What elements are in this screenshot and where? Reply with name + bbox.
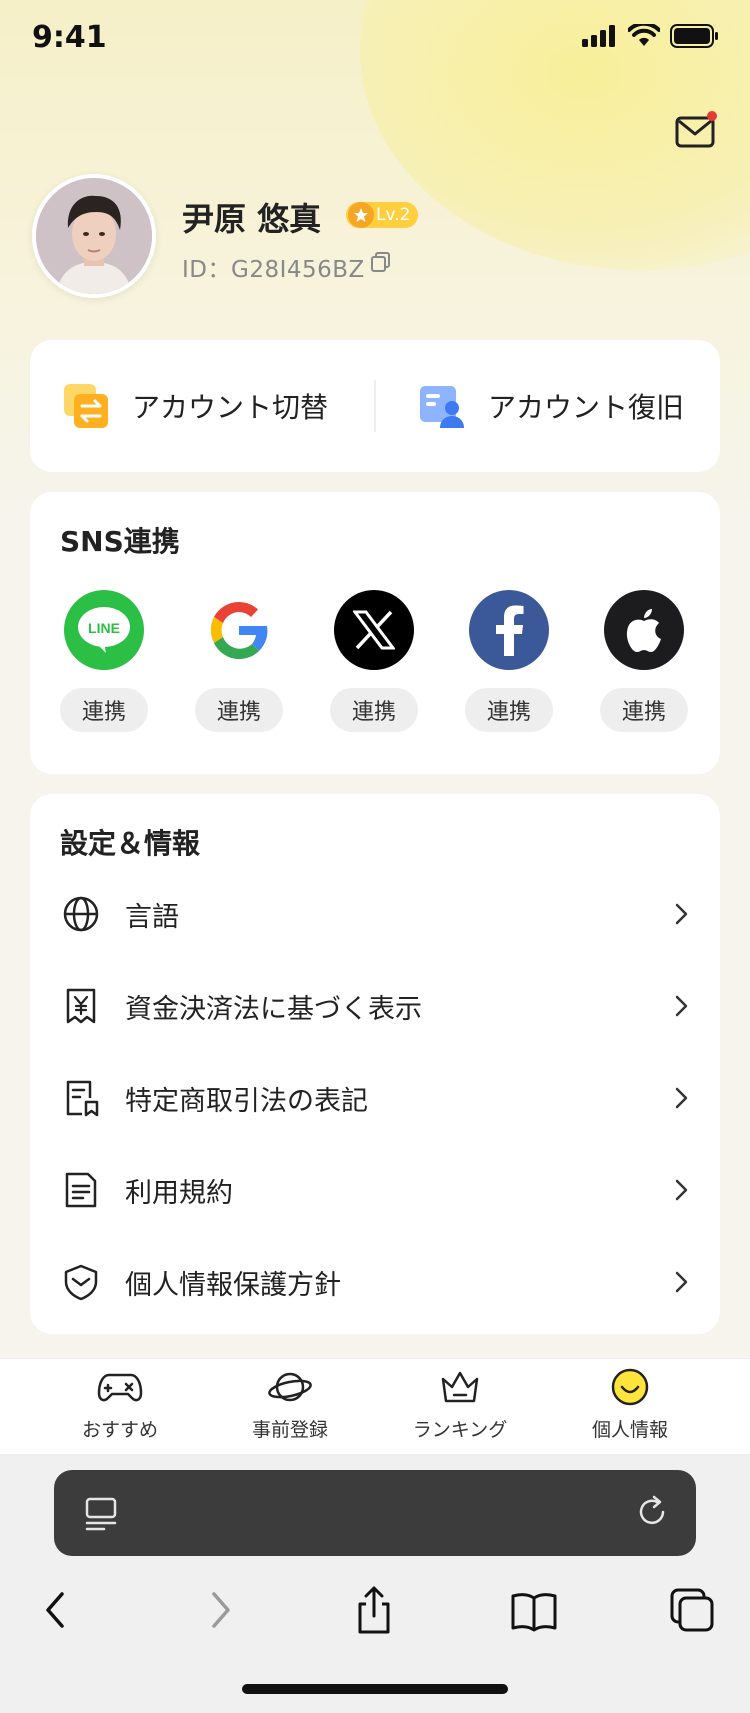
tab-ranking[interactable]: ランキング [375,1367,545,1442]
smiley-icon [611,1368,649,1406]
chevron-right-icon [675,903,688,925]
status-icons [582,24,720,48]
menu-item-terms[interactable]: 利用規約 [30,1144,720,1236]
tabs-overview-icon[interactable] [84,1496,118,1532]
settings-card: 設定＆情報 言語 資金決済法に基づく表示 特定商取引法の表記 利用規約 個人情報… [30,794,720,1334]
sns-item-facebook: 連携 [465,590,553,732]
document-bookmark-icon [66,1080,99,1117]
mail-button[interactable] [674,110,718,150]
share-icon[interactable] [350,1584,398,1636]
tab-profile[interactable]: 個人情報 [545,1367,715,1442]
account-switch-label: アカウント切替 [132,391,329,424]
account-card: アカウント切替 アカウント復旧 [30,340,720,472]
status-bar: 9:41 [0,0,750,80]
shield-check-icon [64,1264,98,1301]
level-text: Lv.2 [376,205,411,225]
menu-item-commercial-law[interactable]: 特定商取引法の表記 [30,1052,720,1144]
tab-label: 個人情報 [591,1419,668,1441]
tab-bar: おすすめ 事前登録 ランキング 個人情報 [0,1358,750,1454]
menu-item-language[interactable]: 言語 [30,868,720,960]
account-recover-button[interactable]: アカウント復旧 [418,340,684,472]
bookmarks-icon[interactable] [510,1584,558,1636]
menu-item-payment-act[interactable]: 資金決済法に基づく表示 [30,960,720,1052]
account-switch-button[interactable]: アカウント切替 [62,340,328,472]
line-logo-text: LINE [88,620,120,636]
sns-link-button-apple[interactable]: 連携 [600,688,688,732]
sns-link-button-line[interactable]: 連携 [60,688,148,732]
user-id: ID：G28I456BZ [182,257,365,283]
home-indicator [242,1684,508,1694]
user-name: 尹原 悠真 [182,200,322,238]
planet-icon [268,1372,312,1402]
account-switch-icon [64,384,108,428]
signal-icon [582,25,615,47]
chevron-right-icon [675,1179,688,1201]
account-recover-icon [420,386,464,428]
address-bar[interactable] [54,1470,696,1556]
tab-label: ランキング [412,1419,508,1441]
status-time: 9:41 [32,20,107,55]
tab-label: おすすめ [81,1419,158,1441]
forward-icon[interactable] [196,1584,244,1636]
reload-icon[interactable] [634,1494,670,1530]
menu-item-label: 資金決済法に基づく表示 [125,993,422,1025]
globe-icon [63,896,99,932]
sns-link-button-facebook[interactable]: 連携 [465,688,553,732]
chevron-right-icon [675,1271,688,1293]
mail-icon [675,111,717,148]
sns-card: SNS連携 LINE 連携 連携 連携 連携 連携 [30,492,720,774]
menu-item-label: 言語 [125,901,179,933]
wifi-icon [628,24,660,46]
sns-link-button-x[interactable]: 連携 [330,688,418,732]
gamepad-icon [97,1373,143,1402]
back-icon[interactable] [32,1584,80,1636]
menu-item-label: 利用規約 [125,1177,233,1209]
tab-recommended[interactable]: おすすめ [35,1367,205,1442]
x-icon [334,590,414,670]
browser-toolbar [0,1454,750,1713]
level-badge: Lv.2 [346,202,419,228]
avatar-portrait [36,178,152,294]
battery-icon [670,24,718,48]
sns-item-line: LINE 連携 [60,590,148,732]
sns-item-x: 連携 [330,590,418,732]
star-icon [348,202,374,228]
menu-item-privacy[interactable]: 個人情報保護方針 [30,1236,720,1328]
sns-link-button-google[interactable]: 連携 [195,688,283,732]
tab-preregister[interactable]: 事前登録 [205,1367,375,1442]
apple-icon [604,590,684,670]
document-lines-icon [65,1172,97,1208]
sns-item-google: 連携 [195,590,283,732]
settings-title: 設定＆情報 [60,827,201,860]
menu-item-label: 特定商取引法の表記 [125,1085,368,1117]
chevron-right-icon [675,1087,688,1109]
google-icon [199,590,279,670]
divider [374,380,376,432]
avatar[interactable] [32,174,156,298]
tab-label: 事前登録 [251,1419,328,1441]
tabs-icon[interactable] [668,1584,716,1636]
crown-icon [441,1371,479,1403]
account-recover-label: アカウント復旧 [488,391,685,424]
chevron-right-icon [675,995,688,1017]
facebook-icon [469,590,549,670]
line-icon: LINE [64,590,144,670]
sns-item-apple: 連携 [600,590,688,732]
sns-title: SNS連携 [60,525,180,558]
yen-receipt-icon [66,988,96,1024]
copy-icon[interactable] [370,251,392,273]
menu-item-label: 個人情報保護方針 [125,1269,341,1301]
